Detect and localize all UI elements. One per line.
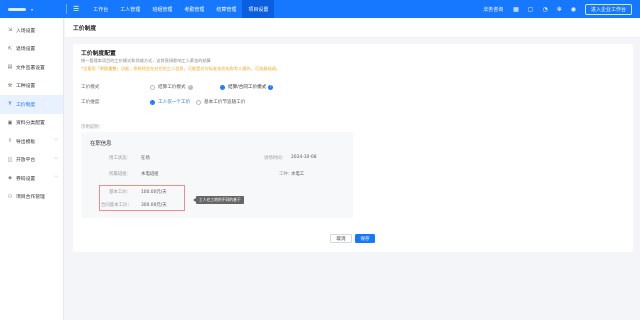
qrcode-icon[interactable]: ▦: [513, 6, 519, 13]
legal-consult-link[interactable]: 法务咨询: [483, 6, 503, 13]
topbar-divider: [66, 4, 67, 14]
section-title: 工价制度配置: [81, 51, 116, 57]
base-wage-value: 100.00元/天: [141, 190, 167, 195]
status-label: 用工状态：: [109, 156, 131, 161]
sidebar-item-label: 文件签署设置: [16, 65, 45, 71]
help-icon[interactable]: ?: [268, 84, 274, 90]
radio-settlement-contract-wage-mode[interactable]: 结算/合同工价模式 ?: [220, 84, 274, 90]
logo-dropdown-icon: ▾: [31, 6, 34, 12]
sidebar-item-entry-settings[interactable]: ⇲ 入场设置: [0, 21, 63, 40]
logo-mark: [8, 7, 26, 11]
main-nav: 工作台 工人管理 班组管理 考勤管理 结算管理 项目设置: [87, 0, 275, 18]
sidebar-item-label: 项目合作管理: [16, 195, 45, 201]
status-value: 在场: [141, 156, 150, 161]
chevron-down-icon: ﹀: [54, 175, 58, 181]
team-value: 木电班组: [141, 172, 159, 177]
radio-label: 结算工价模式: [158, 85, 186, 90]
sidebar: ⇲ 入场设置 ⇱ 退场设置 ▤ 文件签署设置 ⚒ 工种设置 ¥ 工价制度 ▣ 资…: [0, 18, 64, 320]
radio-dot: [196, 99, 201, 105]
sidebar-item-export-template[interactable]: ⇪ 导出模板 ﹀: [0, 132, 63, 151]
ticket-icon: ◈: [8, 175, 12, 182]
logout-icon: ⇱: [7, 45, 13, 52]
sidebar-item-wage-system[interactable]: ¥ 工价制度: [0, 95, 63, 114]
nav-settlement-management[interactable]: 结算管理: [210, 0, 242, 18]
file-icon: ▤: [7, 64, 13, 71]
example-label: 示例说明：: [81, 125, 103, 130]
wage-mode-label: 工价模式: [81, 85, 100, 90]
sidebar-item-label: 工种设置: [16, 84, 36, 90]
warning-note: *注意用「更换重整」功能，系统将会在对应的工人信息，可能是对方标准化优化和专人操…: [81, 66, 280, 71]
sidebar-item-label: 券码设置: [16, 176, 36, 182]
save-button[interactable]: 保存: [355, 234, 375, 243]
sidebar-item-label: 退场设置: [16, 47, 36, 53]
chevron-down-icon: ﹀: [54, 156, 58, 162]
money-icon: ¥: [8, 101, 12, 108]
entry-date-label: 进场时间：: [264, 156, 286, 161]
radio-label: 工人仅一个工价: [158, 100, 191, 105]
sidebar-item-ticket-settings[interactable]: ◈ 券码设置 ﹀: [0, 169, 63, 188]
radio-settlement-wage-mode[interactable]: 结算工价模式 ?: [150, 84, 193, 90]
contract-wage-label: 合同基本工价：: [101, 203, 132, 208]
wage-dimension-label: 工价维度: [81, 100, 100, 105]
chevron-down-icon: ﹀: [54, 138, 58, 144]
enter-enterprise-workbench-button[interactable]: 进入企业工作台: [584, 3, 632, 15]
sidebar-item-project-cooperation[interactable]: ⚇ 项目合作管理: [0, 188, 63, 207]
folder-icon: ▣: [7, 119, 13, 126]
radio-single-wage[interactable]: 工人仅一个工价: [150, 99, 190, 105]
section-description: 统一管理本项目的工价模式和领域方式，这将直接影响工人薪金的结算: [81, 58, 211, 63]
sidebar-item-document-category[interactable]: ▣ 资料分类配置: [0, 114, 63, 133]
bell-icon[interactable]: ◔: [542, 6, 547, 13]
top-navigation-bar: ▾ ☰ 工作台 工人管理 班组管理 考勤管理 结算管理 项目设置 法务咨询 ▦ …: [0, 0, 640, 18]
app-logo[interactable]: ▾: [0, 0, 60, 18]
trade-value: 水电工: [291, 172, 305, 177]
handshake-icon: ⚇: [7, 193, 13, 200]
chat-icon[interactable]: ▢: [528, 6, 534, 13]
page-title: 工价制度: [65, 18, 640, 38]
tool-icon: ⚒: [7, 82, 13, 89]
user-icon[interactable]: ◉: [571, 6, 576, 13]
team-label: 所属班组：: [109, 172, 131, 177]
contract-wage-value: 300.00元/天: [141, 203, 167, 208]
topbar-right: 法务咨询 ▦ ▢ ◔ ✻ ◉ 进入企业工作台: [483, 0, 640, 18]
nav-attendance-management[interactable]: 考勤管理: [178, 0, 210, 18]
sidebar-item-trade-settings[interactable]: ⚒ 工种设置: [0, 77, 63, 96]
cancel-button[interactable]: 取消: [330, 234, 352, 243]
sidebar-item-exit-settings[interactable]: ⇱ 退场设置: [0, 40, 63, 59]
help-icon[interactable]: ?: [187, 84, 193, 90]
platform-icon: ◫: [7, 156, 13, 163]
sidebar-item-label: 导出模板: [16, 139, 36, 145]
sidebar-item-open-platform[interactable]: ◫ 开放平台 ﹀: [0, 151, 63, 170]
tooltip: 工人在工地的不同的基于: [193, 196, 244, 204]
gear-icon[interactable]: ✻: [557, 6, 562, 13]
sidebar-item-label: 开放平台: [16, 158, 36, 164]
entry-date-value: 2024-10-08: [291, 155, 317, 160]
login-icon: ⇲: [7, 27, 13, 34]
base-wage-label: 基本工价：: [109, 190, 131, 195]
radio-dot: [150, 84, 155, 90]
radio-dot: [220, 84, 225, 90]
nav-workbench[interactable]: 工作台: [87, 0, 114, 18]
radio-dot: [150, 99, 155, 105]
example-preview-panel: 在职信息 用工状态： 在场 进场时间： 2024-10-08 所属班组： 木电班…: [81, 132, 353, 218]
export-icon: ⇪: [7, 138, 13, 145]
radio-label: 基本工价节追随工价: [204, 100, 246, 105]
sidebar-item-file-signing[interactable]: ▤ 文件签署设置: [0, 58, 63, 77]
nav-team-management[interactable]: 班组管理: [146, 0, 178, 18]
radio-label: 结算/合同工价模式: [228, 85, 267, 90]
radio-base-wage-dimension[interactable]: 基本工价节追随工价: [196, 99, 245, 105]
menu-toggle-icon[interactable]: ☰: [73, 5, 79, 13]
wage-config-card: 工价制度配置 统一管理本项目的工价模式和领域方式，这将直接影响工人薪金的结算 *…: [73, 44, 633, 252]
preview-title: 在职信息: [90, 141, 112, 147]
sidebar-item-label: 入场设置: [16, 28, 36, 34]
sidebar-item-label: 工价制度: [16, 102, 36, 108]
nav-project-settings[interactable]: 项目设置: [242, 0, 275, 18]
sidebar-item-label: 资料分类配置: [16, 121, 45, 127]
nav-worker-management[interactable]: 工人管理: [114, 0, 146, 18]
